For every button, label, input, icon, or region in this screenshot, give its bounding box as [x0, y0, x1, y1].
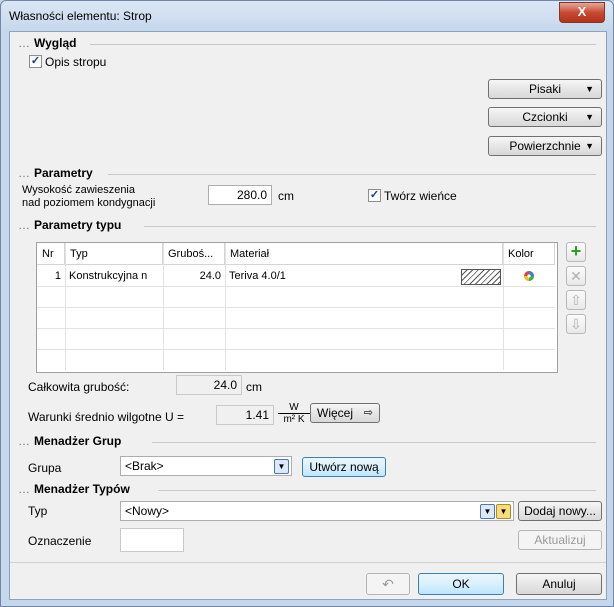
surfaces-button[interactable]: Powierzchnie ▼: [488, 136, 602, 156]
more-button-label: Więcej: [317, 406, 354, 420]
update-type-button[interactable]: Aktualizuj: [518, 530, 602, 550]
section-appearance: … Wygląd: [18, 36, 77, 50]
col-nr[interactable]: Nr: [37, 243, 65, 265]
pens-button-label: Pisaki: [528, 82, 561, 96]
add-type-button[interactable]: Dodaj nowy...: [518, 501, 602, 521]
fonts-button[interactable]: Czcionki ▼: [488, 107, 602, 127]
group-label: Grupa: [28, 461, 62, 475]
total-thickness-label: Całkowita grubość:: [28, 380, 130, 394]
opis-checkbox-label: Opis stropu: [45, 55, 107, 69]
group-select-value: <Brak>: [125, 459, 164, 473]
type-picker-icon[interactable]: ▼: [480, 504, 495, 519]
col-material[interactable]: Materiał: [225, 243, 503, 265]
dropdown-arrow-icon: ▼: [585, 141, 594, 151]
move-down-icon[interactable]: ⇩: [566, 314, 586, 334]
total-thickness-value: 24.0: [176, 375, 242, 395]
designation-input[interactable]: [120, 528, 184, 552]
height-label-2: nad poziomem kondygnacji: [22, 197, 156, 209]
delete-layer-icon[interactable]: ✕: [566, 266, 586, 286]
move-up-icon[interactable]: ⇧: [566, 290, 586, 310]
more-button[interactable]: Więcej ⇨: [310, 403, 380, 423]
designation-label: Oznaczenie: [28, 534, 92, 548]
type-select[interactable]: <Nowy>: [120, 501, 514, 521]
height-input[interactable]: 280.0: [208, 185, 272, 205]
section-divider: [158, 490, 596, 491]
hatch-pattern-swatch[interactable]: [461, 269, 501, 285]
layers-table: Nr Typ Gruboś... Materiał Kolor 1 Konstr…: [36, 242, 558, 373]
group-select[interactable]: <Brak>: [120, 456, 292, 476]
section-appearance-label: Wygląd: [34, 36, 77, 50]
surfaces-button-label: Powierzchnie: [509, 139, 581, 153]
wreath-checkbox[interactable]: ✓: [368, 189, 381, 202]
grid-line: [37, 328, 555, 329]
group-picker-icon[interactable]: ▼: [274, 459, 289, 474]
expand-icon: ⇨: [363, 407, 373, 419]
u-value-label: Warunki średnio wilgotne U =: [28, 410, 184, 424]
title-bar: Własności elementu: Strop X: [1, 1, 613, 31]
pens-button[interactable]: Pisaki ▼: [488, 79, 602, 99]
color-wheel-icon[interactable]: [523, 270, 535, 282]
dropdown-arrow-icon: ▼: [585, 84, 594, 94]
u-unit-fraction: W m² K: [278, 402, 310, 425]
dialog-client: … Wygląd ✓ Opis stropu Pisaki ▼ Czcionki ▼ …: [9, 31, 607, 600]
type-label: Typ: [28, 504, 48, 518]
section-divider: [108, 174, 596, 175]
col-thickness[interactable]: Gruboś...: [163, 243, 225, 265]
undo-icon[interactable]: ↶: [366, 573, 410, 595]
total-thickness-unit: cm: [246, 380, 262, 394]
u-unit-denominator: m² K: [278, 413, 310, 425]
create-group-button[interactable]: Utwórz nową: [302, 457, 386, 477]
cancel-button[interactable]: Anuluj: [516, 573, 602, 595]
dialog-window: Własności elementu: Strop X … Wygląd ✓ Op…: [0, 0, 614, 607]
add-layer-icon[interactable]: +: [566, 242, 586, 262]
window-title: Własności elementu: Strop: [9, 9, 152, 23]
col-type[interactable]: Typ: [65, 243, 163, 265]
u-value-field: 1.41: [216, 405, 274, 425]
section-group-manager-label: Menadżer Grup: [34, 434, 122, 448]
dropdown-arrow-icon: ▼: [585, 112, 594, 122]
height-unit: cm: [278, 189, 294, 203]
type-select-value: <Nowy>: [125, 504, 170, 518]
footer-separator: [10, 562, 606, 563]
row-material[interactable]: Teriva 4.0/1: [229, 266, 449, 286]
u-unit-numerator: W: [289, 402, 299, 413]
section-divider: [90, 44, 596, 45]
section-type-manager-label: Menadżer Typów: [34, 482, 130, 496]
section-divider: [144, 226, 596, 227]
section-type-manager: … Menadżer Typów: [18, 482, 130, 496]
grid-line: [37, 286, 555, 287]
section-type-params-label: Parametry typu: [34, 218, 122, 232]
row-thickness[interactable]: 24.0: [163, 266, 221, 286]
section-divider: [152, 442, 596, 443]
opis-checkbox[interactable]: ✓: [29, 55, 42, 68]
type-library-icon[interactable]: ▼: [496, 504, 511, 519]
section-parameters-label: Parametry: [34, 166, 93, 180]
ok-button[interactable]: OK: [418, 573, 504, 595]
section-parameters: … Parametry: [18, 166, 93, 180]
row-type[interactable]: Konstrukcyjna n: [69, 266, 161, 286]
wreath-checkbox-label: Twórz wieńce: [384, 189, 457, 203]
section-type-params: … Parametry typu: [18, 218, 122, 232]
row-nr[interactable]: 1: [37, 266, 61, 286]
fonts-button-label: Czcionki: [522, 110, 568, 124]
grid-line: [37, 307, 555, 308]
col-color[interactable]: Kolor: [503, 243, 555, 265]
height-label-1: Wysokość zawieszenia: [22, 184, 135, 196]
section-group-manager: … Menadżer Grup: [18, 434, 122, 448]
grid-line: [37, 349, 555, 350]
close-button[interactable]: X: [559, 2, 605, 23]
